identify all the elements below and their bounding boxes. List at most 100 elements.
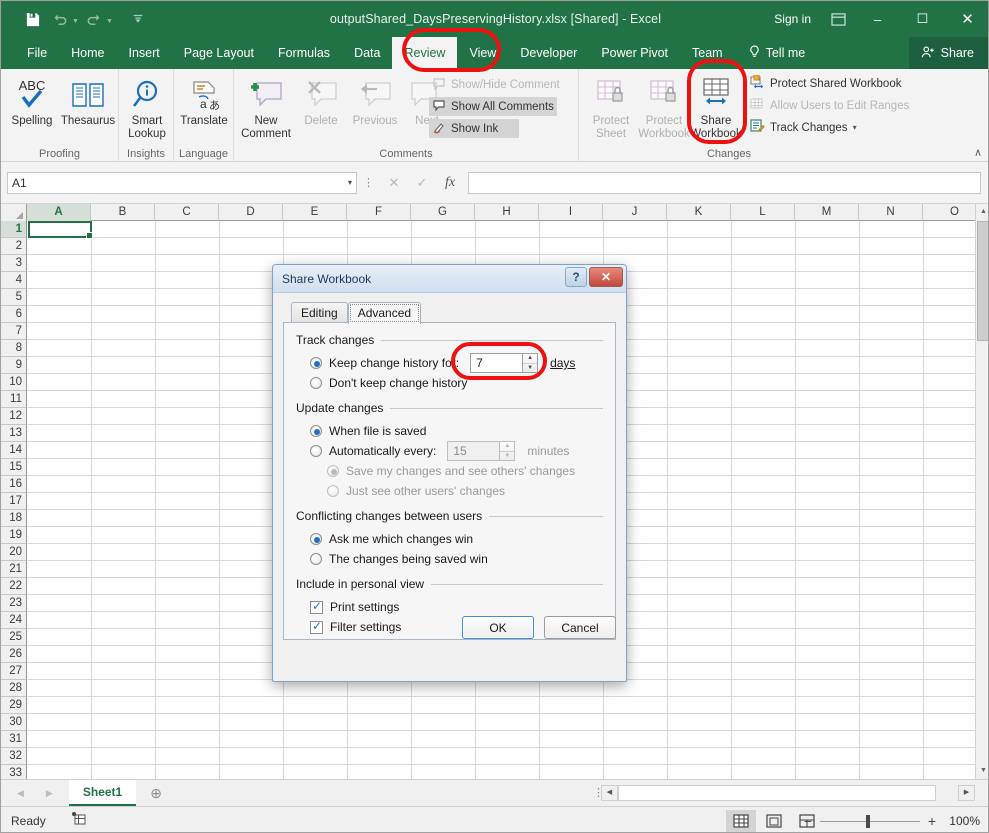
row-header-31[interactable]: 31 [1, 731, 26, 748]
show-all-comments-item[interactable]: Show All Comments [429, 97, 557, 116]
confirm-check-icon[interactable]: ✓ [408, 175, 436, 191]
zoom-slider[interactable] [820, 821, 920, 822]
tab-view[interactable]: View [457, 37, 508, 69]
protect-shared-workbook-item[interactable]: Protect Shared Workbook [747, 74, 904, 93]
redo-dropdown-caret[interactable]: ▼ [106, 18, 113, 25]
dialog-help-button[interactable]: ? [565, 267, 587, 287]
select-all-icon[interactable] [1, 204, 27, 221]
days-input[interactable]: 7 [470, 353, 522, 373]
row-header-23[interactable]: 23 [1, 595, 26, 612]
vertical-scrollbar[interactable]: ▲ ▼ [975, 204, 989, 779]
column-header-B[interactable]: B [91, 204, 155, 221]
add-sheet-icon[interactable]: ⊕ [136, 780, 176, 806]
save-icon[interactable] [19, 7, 45, 31]
row-header-11[interactable]: 11 [1, 391, 26, 408]
tab-formulas[interactable]: Formulas [266, 37, 342, 69]
minutes-input[interactable]: 15 [447, 441, 499, 461]
spelling-button[interactable]: ABC Spelling [3, 73, 61, 128]
row-header-32[interactable]: 32 [1, 748, 26, 765]
row-header-26[interactable]: 26 [1, 646, 26, 663]
changes-being-saved-radio[interactable] [310, 553, 322, 565]
row-header-33[interactable]: 33 [1, 765, 26, 779]
row-header-29[interactable]: 29 [1, 697, 26, 714]
filter-settings-checkbox[interactable] [310, 621, 323, 634]
tab-home[interactable]: Home [59, 37, 116, 69]
insert-function-icon[interactable]: fx [436, 175, 464, 191]
tab-power-pivot[interactable]: Power Pivot [589, 37, 680, 69]
ok-button[interactable]: OK [462, 616, 534, 639]
automatically-every-option[interactable]: Automatically every: 15 ▲ ▼ minutes [296, 441, 603, 461]
zoom-slider-thumb[interactable] [866, 815, 870, 828]
cancel-icon[interactable]: ✕ [380, 175, 408, 191]
column-header-A[interactable]: A [27, 204, 91, 221]
row-header-1[interactable]: 1 [1, 221, 26, 238]
days-spin-up-icon[interactable]: ▲ [523, 354, 537, 364]
tab-data[interactable]: Data [342, 37, 392, 69]
hscroll-track[interactable] [618, 785, 936, 801]
row-header-30[interactable]: 30 [1, 714, 26, 731]
show-ink-item[interactable]: Show Ink [429, 119, 519, 138]
row-header-9[interactable]: 9 [1, 357, 26, 374]
row-header-25[interactable]: 25 [1, 629, 26, 646]
dont-keep-history-radio[interactable] [310, 377, 322, 389]
row-header-3[interactable]: 3 [1, 255, 26, 272]
share-button[interactable]: Share [909, 37, 989, 69]
print-settings-checkbox[interactable] [310, 601, 323, 614]
grid-view-icon[interactable] [726, 810, 756, 832]
accessibility-icon[interactable] [46, 812, 86, 830]
print-settings-option[interactable]: Print settings [296, 597, 603, 617]
ask-me-option[interactable]: Ask me which changes win [296, 529, 603, 549]
row-header-4[interactable]: 4 [1, 272, 26, 289]
automatically-every-radio[interactable] [310, 445, 322, 457]
active-cell-A1[interactable] [28, 221, 92, 238]
new-comment-button[interactable]: NewComment [237, 73, 295, 141]
row-header-21[interactable]: 21 [1, 561, 26, 578]
scroll-up-icon[interactable]: ▲ [976, 204, 989, 220]
row-header-28[interactable]: 28 [1, 680, 26, 697]
days-spinner[interactable]: 7 ▲ ▼ [470, 353, 538, 373]
row-header-7[interactable]: 7 [1, 323, 26, 340]
when-file-saved-radio[interactable] [310, 425, 322, 437]
name-box[interactable]: A1 ▾ [7, 172, 357, 194]
row-header-27[interactable]: 27 [1, 663, 26, 680]
column-header-M[interactable]: M [795, 204, 859, 221]
changes-being-saved-option[interactable]: The changes being saved win [296, 549, 603, 569]
minutes-spinner[interactable]: 15 ▲ ▼ [447, 441, 515, 461]
row-header-2[interactable]: 2 [1, 238, 26, 255]
ask-me-radio[interactable] [310, 533, 322, 545]
row-header-24[interactable]: 24 [1, 612, 26, 629]
column-header-I[interactable]: I [539, 204, 603, 221]
dialog-tab-advanced[interactable]: Advanced [348, 302, 421, 324]
row-header-13[interactable]: 13 [1, 425, 26, 442]
row-header-12[interactable]: 12 [1, 408, 26, 425]
tab-review[interactable]: Review [392, 37, 457, 69]
row-header-22[interactable]: 22 [1, 578, 26, 595]
minutes-spin-buttons[interactable]: ▲ ▼ [499, 441, 515, 461]
sheet-next-icon[interactable]: ▶ [46, 788, 53, 799]
name-box-caret-icon[interactable]: ▾ [348, 178, 352, 187]
thesaurus-button[interactable]: Thesaurus [59, 73, 117, 128]
horizontal-scrollbar[interactable]: ◀ ▶ [601, 779, 975, 806]
column-header-N[interactable]: N [859, 204, 923, 221]
days-spin-down-icon[interactable]: ▼ [523, 364, 537, 373]
column-header-H[interactable]: H [475, 204, 539, 221]
row-header-10[interactable]: 10 [1, 374, 26, 391]
collapse-ribbon-icon[interactable]: ∧ [974, 146, 982, 159]
tab-developer[interactable]: Developer [508, 37, 589, 69]
undo-icon[interactable] [47, 7, 73, 31]
ribbon-display-options-icon[interactable] [821, 1, 855, 37]
tab-file[interactable]: File [15, 37, 59, 69]
track-changes-item[interactable]: Track Changes ▾ [747, 118, 860, 137]
page-layout-icon[interactable] [759, 810, 789, 832]
formula-input[interactable] [468, 172, 981, 194]
column-header-D[interactable]: D [219, 204, 283, 221]
dont-keep-history-option[interactable]: Don't keep change history [296, 373, 603, 393]
column-header-E[interactable]: E [283, 204, 347, 221]
redo-icon[interactable] [81, 7, 107, 31]
cancel-button[interactable]: Cancel [544, 616, 616, 639]
close-button[interactable]: ✕ [945, 1, 989, 37]
row-header-15[interactable]: 15 [1, 459, 26, 476]
row-header-14[interactable]: 14 [1, 442, 26, 459]
tab-insert[interactable]: Insert [117, 37, 172, 69]
column-header-C[interactable]: C [155, 204, 219, 221]
